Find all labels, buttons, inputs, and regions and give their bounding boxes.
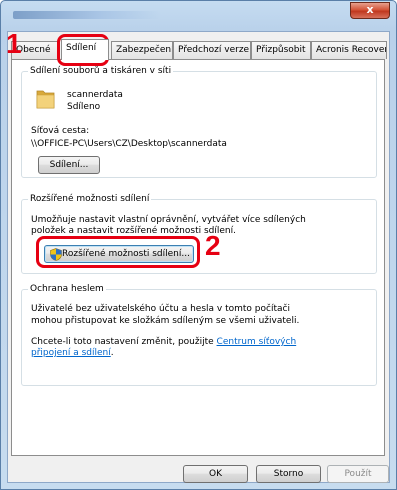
tab-strip: Obecné Sdílení Zabezpečení Předchozí ver…	[11, 39, 388, 60]
network-sharing-center-link-part2[interactable]: připojení a sdílení	[31, 348, 111, 358]
close-button[interactable]: x	[350, 2, 390, 19]
tab-sharing[interactable]: Sdílení	[61, 39, 109, 60]
folder-status: Sdíleno	[67, 102, 101, 112]
network-path-label: Síťová cesta:	[31, 126, 90, 136]
tab-acronis-recovery[interactable]: Acronis Recovery	[311, 41, 387, 59]
step2-highlight	[36, 236, 200, 268]
tab-previous-versions[interactable]: Předchozí verze	[173, 41, 251, 59]
password-info-line1: Uživatelé bez uživatelského účtu a hesla…	[31, 304, 290, 314]
password-protection-legend: Ochrana heslem	[30, 284, 104, 294]
password-change-line: Chcete-li toto nastavení změnit, použijt…	[31, 337, 296, 347]
step2-number: 2	[205, 230, 221, 261]
title-bar[interactable]: x	[1, 1, 396, 29]
folder-name: scannerdata	[67, 90, 123, 100]
network-sharing-center-link-part1[interactable]: Centrum síťových	[217, 337, 297, 347]
tab-customize[interactable]: Přizpůsobit	[251, 41, 311, 59]
password-change-line2: připojení a sdílení.	[31, 348, 114, 358]
share-button[interactable]: Sdílení...	[38, 156, 100, 174]
network-path-value: \\OFFICE-PC\Users\CZ\Desktop\scannerdata	[31, 139, 227, 149]
network-sharing-legend: Sdílení souborů a tiskáren v síti	[30, 66, 172, 76]
advanced-description-line1: Umožňuje nastavit vlastní oprávnění, vyt…	[31, 215, 306, 225]
folder-icon	[36, 90, 55, 109]
advanced-sharing-legend: Rozšířené možnosti sdílení	[30, 194, 150, 204]
password-change-suffix: .	[110, 348, 114, 358]
password-protection-group: Ochrana heslem	[21, 284, 377, 386]
password-change-prefix: Chcete-li toto nastavení změnit, použijt…	[31, 337, 214, 347]
window-title	[13, 11, 161, 19]
tab-security[interactable]: Zabezpečení	[111, 41, 173, 59]
password-info-line2: mohou přistupovat ke složkám sdíleným se…	[31, 316, 300, 326]
apply-button[interactable]: Použít	[327, 465, 389, 483]
cancel-button[interactable]: Storno	[256, 465, 321, 483]
step1-number: 1	[6, 28, 22, 59]
ok-button[interactable]: OK	[183, 465, 248, 483]
